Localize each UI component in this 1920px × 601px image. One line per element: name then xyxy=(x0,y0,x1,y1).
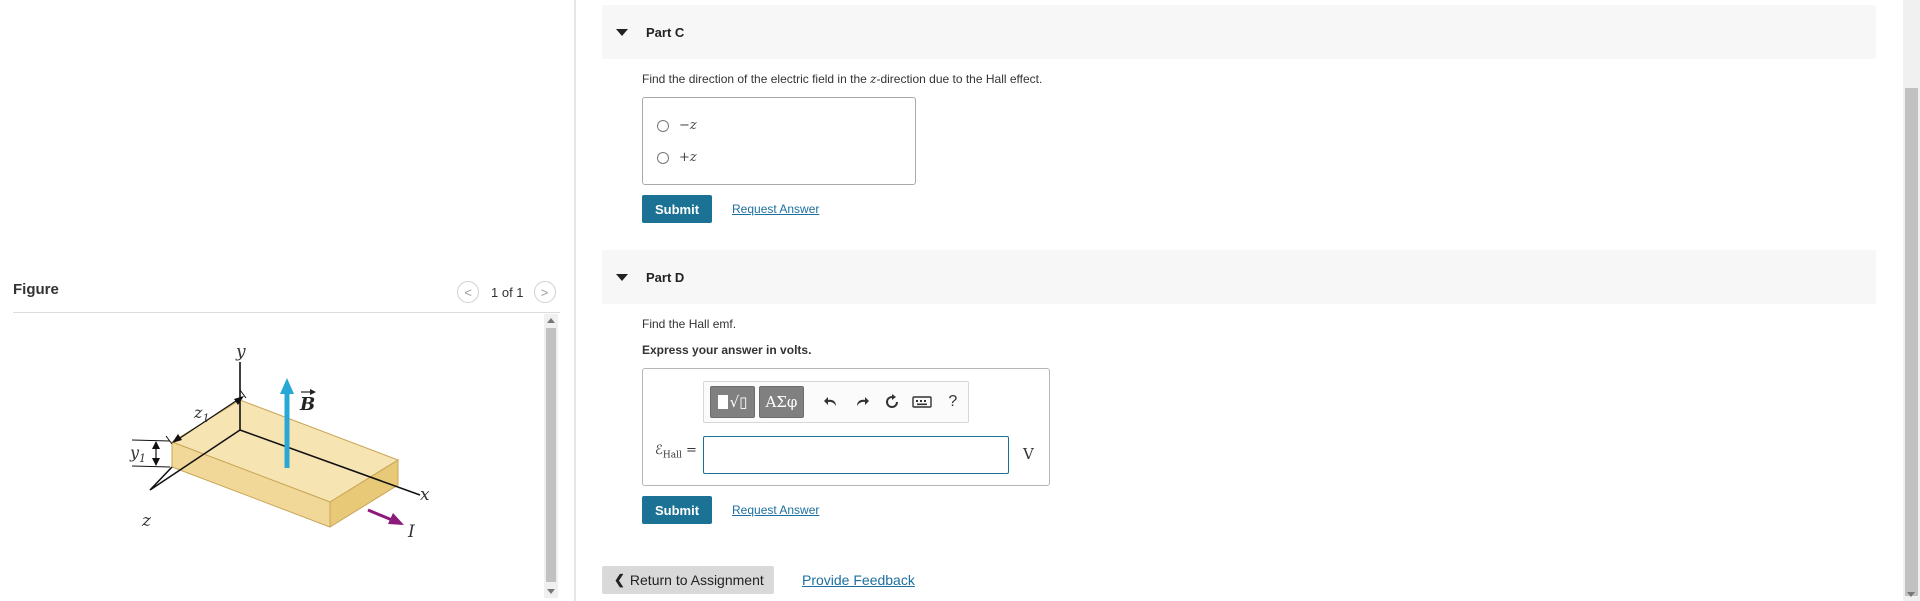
main-scrollbar-thumb[interactable] xyxy=(1905,88,1918,596)
choice-plus-z[interactable]: +z xyxy=(657,150,697,165)
undo-button[interactable] xyxy=(816,386,846,418)
caret-down-icon xyxy=(616,28,628,36)
templates-icon xyxy=(717,395,728,409)
hall-effect-diagram: y x z z1 y1 B I xyxy=(129,342,430,542)
chevron-right-icon: > xyxy=(540,284,549,300)
sqrt-icon: √▯ xyxy=(729,393,748,411)
z-axis-label: z xyxy=(141,511,152,531)
figure-scrollbar-thumb[interactable] xyxy=(546,328,556,582)
part-c-prompt: Find the direction of the electric field… xyxy=(642,72,1043,86)
z-axis-front xyxy=(149,466,173,491)
panel-divider xyxy=(574,0,576,601)
redo-icon xyxy=(856,397,869,406)
b-field-label: B xyxy=(299,394,315,415)
part-d-title: Part D xyxy=(646,269,685,285)
part-c-request-answer-link[interactable]: Request Answer xyxy=(732,202,819,216)
radio-minus-z[interactable] xyxy=(657,119,669,132)
math-toolbar: √▯ ΑΣφ ? xyxy=(703,381,969,423)
pager-text: 1 of 1 xyxy=(491,284,524,300)
main-scrollbar[interactable] xyxy=(1903,0,1920,601)
current-label: I xyxy=(407,522,415,542)
part-c-header[interactable]: Part C xyxy=(602,5,1876,59)
radio-plus-z[interactable] xyxy=(657,151,669,164)
figure-pager: < 1 of 1 > xyxy=(457,281,556,303)
figure-divider xyxy=(13,312,560,313)
figure-scrollbar[interactable] xyxy=(544,314,558,598)
keyboard-button[interactable] xyxy=(907,386,937,418)
part-d-submit-button[interactable]: Submit xyxy=(642,496,712,524)
hall-emf-input[interactable] xyxy=(703,436,1009,474)
part-c-title: Part C xyxy=(646,24,685,40)
prev-figure-button[interactable]: < xyxy=(457,281,479,303)
return-label: Return to Assignment xyxy=(629,572,764,588)
figure-title: Figure xyxy=(13,281,59,298)
x-axis-label: x xyxy=(420,485,430,505)
part-d-header[interactable]: Part D xyxy=(602,250,1876,304)
keyboard-icon xyxy=(912,396,933,408)
part-d-request-answer-link[interactable]: Request Answer xyxy=(732,503,819,517)
part-d-answer-box: √▯ ΑΣφ ? ℰHall = V xyxy=(642,368,1050,486)
z1-tick-a xyxy=(165,435,173,445)
y1-arrowhead-b xyxy=(152,458,160,466)
greek-symbols-button[interactable]: ΑΣφ xyxy=(758,386,804,418)
part-d-instruction: Express your answer in volts. xyxy=(642,343,812,357)
next-figure-button[interactable]: > xyxy=(533,281,556,303)
part-c-submit-button[interactable]: Submit xyxy=(642,195,712,223)
return-to-assignment-button[interactable]: ❮ Return to Assignment xyxy=(602,566,774,594)
chevron-left-icon: ❮ xyxy=(614,572,625,587)
scroll-down-arrow-icon[interactable] xyxy=(1907,592,1915,597)
choice-minus-z[interactable]: −z xyxy=(657,118,697,133)
figure-panel: Figure < 1 of 1 > y x z z1 y1 B I xyxy=(0,0,574,601)
provide-feedback-link[interactable]: Provide Feedback xyxy=(802,572,915,588)
current-arrowhead xyxy=(388,513,404,525)
y-axis-label: y xyxy=(235,342,246,362)
part-c-choices: −z +z xyxy=(642,97,916,185)
redo-button[interactable] xyxy=(846,386,876,418)
y1-arrowhead-a xyxy=(152,441,160,449)
caret-down-icon xyxy=(616,273,628,281)
chevron-left-icon: < xyxy=(464,284,472,300)
unit-label: V xyxy=(1023,445,1034,463)
scroll-up-arrow-icon[interactable] xyxy=(547,318,555,323)
y1-label: y1 xyxy=(129,443,146,465)
help-button[interactable]: ? xyxy=(938,386,968,418)
scroll-down-arrow-icon[interactable] xyxy=(547,589,555,594)
undo-icon xyxy=(824,397,837,406)
hall-emf-label: ℰHall = xyxy=(655,443,697,461)
part-d-prompt: Find the Hall emf. xyxy=(642,317,737,331)
reset-button[interactable] xyxy=(877,386,907,418)
choice-label: +z xyxy=(679,150,697,165)
b-field-arrowhead xyxy=(280,378,294,394)
z1-label: z1 xyxy=(193,403,209,425)
current-arrow-shaft xyxy=(367,508,393,522)
y1-ext-top xyxy=(131,439,171,442)
reset-icon xyxy=(885,394,898,408)
choice-label: −z xyxy=(679,118,697,133)
y1-ext-bottom xyxy=(131,465,171,468)
templates-button[interactable]: √▯ xyxy=(710,386,755,418)
